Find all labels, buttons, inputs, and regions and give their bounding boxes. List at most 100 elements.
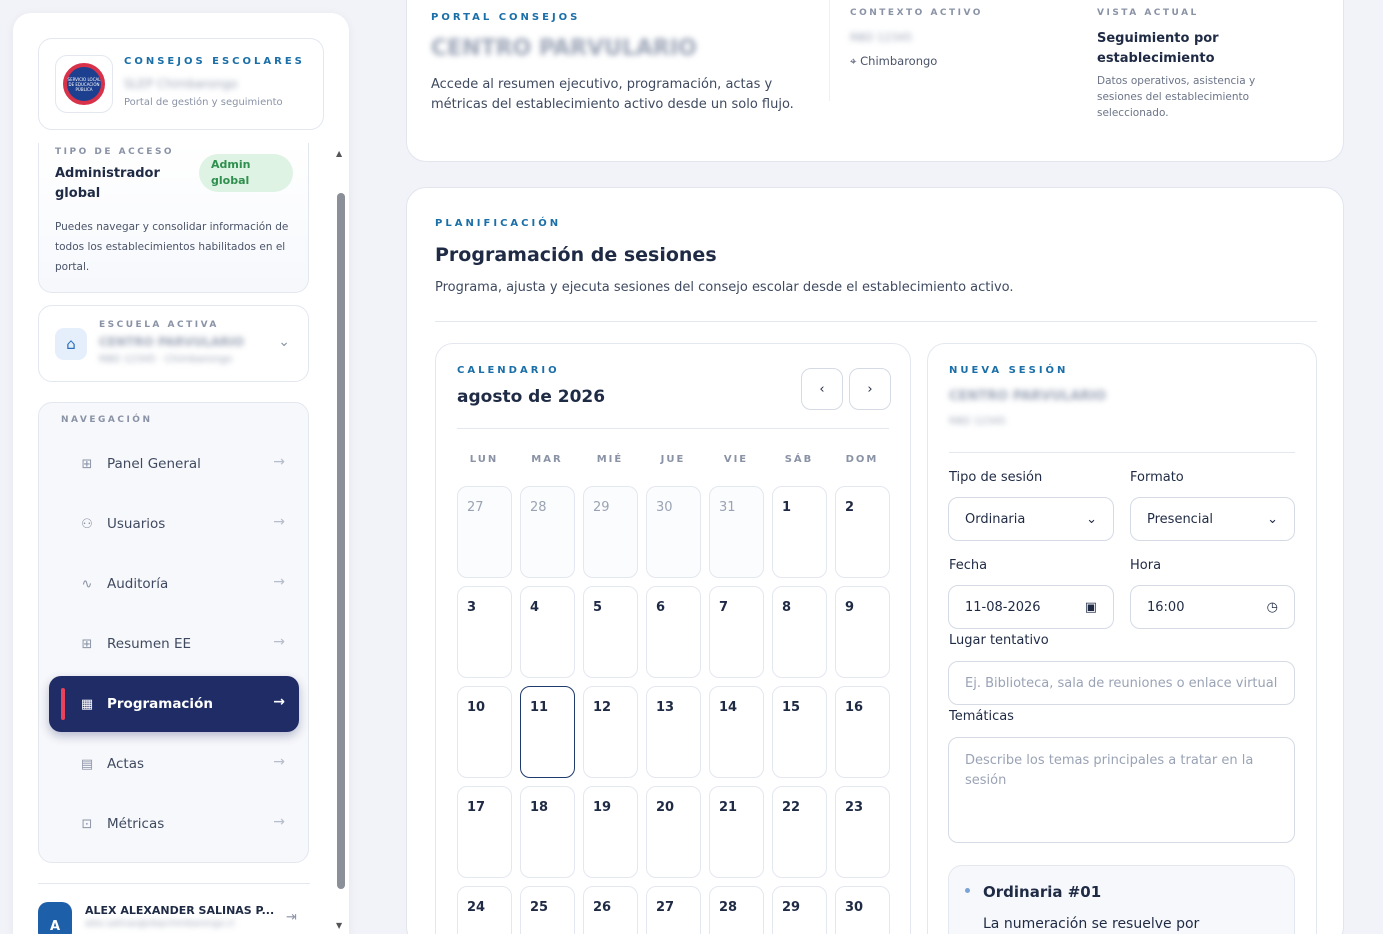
format-select[interactable]: Presencial ⌄ <box>1130 497 1295 541</box>
scroll-down-icon[interactable]: ▼ <box>336 921 342 930</box>
calendar-day[interactable]: 1 <box>772 486 827 578</box>
calendar-day[interactable]: 20 <box>646 786 701 878</box>
calendar-day[interactable]: 2 <box>835 486 890 578</box>
sidebar-item-label: Programación <box>107 696 213 712</box>
calendar-day[interactable]: 8 <box>772 586 827 678</box>
hero-description: Accede al resumen ejecutivo, programació… <box>431 77 794 112</box>
sidebar-item-5[interactable]: ▤ Actas → <box>49 736 299 792</box>
sidebar-item-label: Actas <box>107 756 145 772</box>
calendar-day[interactable]: 22 <box>772 786 827 878</box>
time-value: 16:00 <box>1147 599 1185 615</box>
calendar-day[interactable]: 15 <box>772 686 827 778</box>
context-location: ⌖ Chimbarongo <box>850 54 937 69</box>
calendar-card: CALENDARIO agosto de 2026 ‹ › LUN MAR MIÉ J… <box>435 343 911 934</box>
calendar-day[interactable]: 29 <box>772 886 827 934</box>
location-pin-icon: ⌖ <box>850 54 857 68</box>
calendar-day[interactable]: 9 <box>835 586 890 678</box>
calendar-day[interactable]: 7 <box>709 586 764 678</box>
scroll-thumb[interactable] <box>337 193 345 889</box>
calendar-day[interactable]: 24 <box>457 886 512 934</box>
avatar[interactable]: A <box>38 902 72 934</box>
calendar-day[interactable]: 30 <box>646 486 701 578</box>
access-badge: Admin global <box>199 154 293 192</box>
sidebar-item-3[interactable]: ⊞ Resumen EE → <box>49 616 299 672</box>
sidebar-item-label: Auditoría <box>107 576 169 592</box>
calendar-day[interactable]: 10 <box>457 686 512 778</box>
calendar-day[interactable]: 29 <box>583 486 638 578</box>
calendar-day[interactable]: 21 <box>709 786 764 878</box>
calendar-day[interactable]: 5 <box>583 586 638 678</box>
document-icon: ▤ <box>80 756 94 772</box>
plan-title: Programación de sesiones <box>435 244 717 266</box>
view-title: Seguimiento por establecimiento <box>1097 31 1219 66</box>
calendar-day[interactable]: 19 <box>583 786 638 878</box>
calendar-day[interactable]: 27 <box>646 886 701 934</box>
clock-icon[interactable]: ◷ <box>1267 600 1278 615</box>
grid-icon: ⊞ <box>81 456 93 472</box>
sidebar-item-2[interactable]: ∿ Auditoría → <box>49 556 299 612</box>
weekday-label: VIE <box>723 454 749 465</box>
calendar-day[interactable]: 12 <box>583 686 638 778</box>
calendar-day[interactable]: 31 <box>709 486 764 578</box>
calendar-day[interactable]: 26 <box>583 886 638 934</box>
calendar-day[interactable]: 25 <box>520 886 575 934</box>
sidebar-item-4[interactable]: ▦ Programación → <box>49 676 299 732</box>
calendar-day[interactable]: 11 <box>520 686 575 778</box>
chevron-down-icon: ⌄ <box>1267 511 1278 527</box>
time-label: Hora <box>1130 558 1162 573</box>
school-kicker: ESCUELA ACTIVA <box>99 320 219 330</box>
sidebar-item-6[interactable]: ⊡ Métricas → <box>49 796 299 852</box>
scroll-up-icon[interactable]: ▲ <box>336 149 342 158</box>
calendar-day[interactable]: 4 <box>520 586 575 678</box>
arrow-right-icon: → <box>273 574 285 590</box>
calendar-month: agosto de 2026 <box>457 387 606 407</box>
session-sequence-description: La numeración se resuelve por <box>983 916 1200 932</box>
sidebar-item-1[interactable]: ⚇ Usuarios → <box>49 496 299 552</box>
new-session-card: NUEVA SESIÓN CENTRO PARVULARIO RBD 12345… <box>927 343 1317 934</box>
sidebar-scroll-area[interactable]: TIPO DE ACCESO Administrador global Admi… <box>38 143 310 883</box>
nav-kicker: NAVEGACIÓN <box>61 415 153 425</box>
chevron-down-icon: ⌄ <box>1086 511 1097 527</box>
next-month-button[interactable]: › <box>849 368 891 410</box>
hero-card: PORTAL CONSEJOS CENTRO PARVULARIO Accede… <box>406 0 1344 162</box>
session-sequence-card: Ordinaria #01 La numeración se resuelve … <box>948 865 1295 934</box>
calendar-day[interactable]: 27 <box>457 486 512 578</box>
session-type-select[interactable]: Ordinaria ⌄ <box>948 497 1114 541</box>
brand-subtitle: Portal de gestión y seguimiento <box>124 97 283 108</box>
calendar-day[interactable]: 30 <box>835 886 890 934</box>
weekday-label: LUN <box>469 454 499 465</box>
calendar-icon[interactable]: ▣ <box>1085 600 1097 615</box>
calendar-day[interactable]: 6 <box>646 586 701 678</box>
place-input[interactable]: Ej. Biblioteca, sala de reuniones o enla… <box>948 661 1295 705</box>
brand-name: SLEP Chimbarongo <box>124 77 238 91</box>
calendar-day[interactable]: 17 <box>457 786 512 878</box>
chevron-down-icon[interactable]: ⌄ <box>278 334 290 350</box>
calendar-day[interactable]: 16 <box>835 686 890 778</box>
sidebar-item-0[interactable]: ⊞ Panel General → <box>49 436 299 492</box>
topics-textarea[interactable]: Describe los temas principales a tratar … <box>948 737 1295 843</box>
calendar-day[interactable]: 18 <box>520 786 575 878</box>
calendar-day[interactable]: 13 <box>646 686 701 778</box>
calendar-day[interactable]: 23 <box>835 786 890 878</box>
view-description: Datos operativos, asistencia y sesiones … <box>1097 75 1256 119</box>
main-scrollbar[interactable] <box>1383 0 1398 934</box>
calendar-day[interactable]: 28 <box>520 486 575 578</box>
time-field[interactable]: 16:00 ◷ <box>1130 585 1295 629</box>
sidebar-scrollbar[interactable]: ▲ ▼ <box>336 149 346 934</box>
logout-icon[interactable]: ⇥ <box>286 910 297 925</box>
date-field[interactable]: 11-08-2026 ▣ <box>948 585 1114 629</box>
new-session-school: CENTRO PARVULARIO <box>949 389 1107 404</box>
calendar-day[interactable]: 14 <box>709 686 764 778</box>
activity-icon: ∿ <box>81 576 93 592</box>
sidebar-item-label: Usuarios <box>107 516 166 532</box>
sidebar-item-label: Panel General <box>107 456 201 472</box>
user-name: ALEX ALEXANDER SALINAS P... <box>85 904 275 917</box>
context-code: RBD 12345 <box>850 31 913 44</box>
weekday-label: MIÉ <box>596 454 624 465</box>
hero-kicker: PORTAL CONSEJOS <box>431 12 581 23</box>
calendar-day[interactable]: 28 <box>709 886 764 934</box>
new-session-code: RBD 12345 <box>949 416 1006 427</box>
prev-month-button[interactable]: ‹ <box>801 368 843 410</box>
calendar-day[interactable]: 3 <box>457 586 512 678</box>
active-school-selector[interactable]: ⌂ ESCUELA ACTIVA CENTRO PARVULARIO RBD 1… <box>38 305 309 382</box>
